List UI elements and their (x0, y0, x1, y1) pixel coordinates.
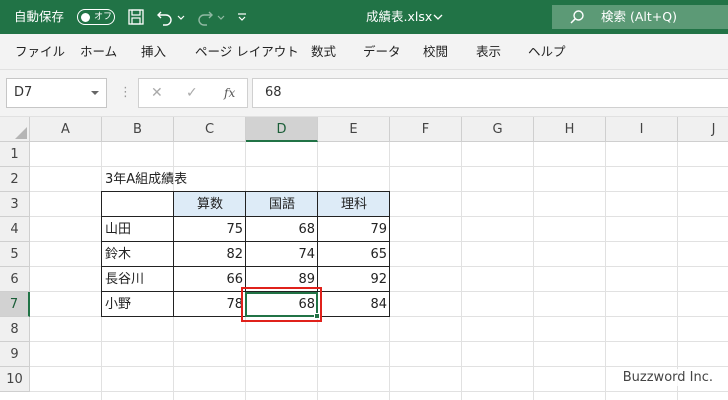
score-cell[interactable]: 65 (318, 242, 390, 267)
column-header-h[interactable]: H (534, 117, 606, 142)
row-header-5[interactable]: 5 (0, 242, 30, 267)
tab-help[interactable]: ヘルプ (528, 34, 566, 70)
student-name-cell[interactable]: 長谷川 (102, 267, 174, 292)
score-cell[interactable]: 74 (246, 242, 318, 267)
column-header-f[interactable]: F (390, 117, 462, 142)
gridline (30, 366, 728, 367)
column-header-g[interactable]: G (462, 117, 534, 142)
ribbon-tabs: ファイル ホーム 挿入 ページ レイアウト 数式 データ 校閲 表示 ヘルプ (0, 34, 728, 70)
score-cell[interactable]: 82 (174, 242, 246, 267)
insert-function-icon[interactable]: fx (224, 79, 235, 107)
highlight-box (241, 287, 322, 322)
name-box-value: D7 (14, 85, 33, 100)
watermark: Buzzword Inc. (619, 369, 716, 386)
autosave-state: オフ (94, 12, 113, 22)
row-header-7[interactable]: 7 (0, 292, 30, 317)
confirm-icon[interactable]: ✓ (186, 79, 198, 107)
search-placeholder: 検索 (Alt+Q) (601, 9, 677, 24)
formula-value: 68 (265, 85, 282, 100)
header-cell-japanese[interactable]: 国語 (246, 192, 318, 217)
gridline (533, 142, 534, 400)
student-name-cell[interactable]: 山田 (102, 217, 174, 242)
student-name-cell[interactable]: 小野 (102, 292, 174, 317)
search-box[interactable]: 検索 (Alt+Q) (552, 5, 728, 29)
tab-view[interactable]: 表示 (476, 34, 501, 70)
save-icon[interactable] (127, 8, 145, 26)
score-cell[interactable]: 78 (174, 292, 246, 317)
header-cell-math[interactable]: 算数 (174, 192, 246, 217)
spreadsheet-grid: A B C D E F G H I J 1 2 3 4 5 6 7 8 9 10… (0, 117, 728, 400)
name-box[interactable]: D7 (6, 78, 107, 108)
customize-toolbar-icon[interactable] (236, 8, 248, 26)
gridline (30, 341, 728, 342)
tab-home[interactable]: ホーム (80, 34, 117, 70)
score-cell[interactable]: 75 (174, 217, 246, 242)
column-header-i[interactable]: I (606, 117, 678, 142)
autosave-label: 自動保存 (14, 9, 65, 24)
table-border (389, 191, 390, 317)
row-header-9[interactable]: 9 (0, 342, 30, 367)
row-header-1[interactable]: 1 (0, 142, 30, 167)
row-header-3[interactable]: 3 (0, 192, 30, 217)
cancel-icon[interactable]: ✕ (151, 79, 163, 107)
more-options-icon[interactable]: ⋮ (119, 78, 132, 108)
formula-bar: D7 ⋮ ✕ ✓ fx 68 (0, 70, 728, 117)
autosave-toggle[interactable]: オフ (77, 9, 115, 25)
gridline (677, 142, 678, 400)
select-all-icon (15, 127, 27, 139)
student-name-cell[interactable]: 鈴木 (102, 242, 174, 267)
score-cell[interactable]: 79 (318, 217, 390, 242)
redo-dropdown-icon[interactable] (216, 8, 226, 26)
gridline (605, 142, 606, 400)
score-cell[interactable]: 68 (246, 217, 318, 242)
toggle-knob (81, 12, 90, 22)
document-title[interactable]: 成績表.xlsx (366, 0, 432, 34)
row-header-8[interactable]: 8 (0, 317, 30, 342)
row-header-10[interactable]: 10 (0, 367, 30, 392)
title-dropdown-icon[interactable] (432, 8, 444, 26)
title-bar: 自動保存 オフ 成績表.xlsx 検索 (Alt+Q) (0, 0, 728, 34)
row-header-6[interactable]: 6 (0, 267, 30, 292)
undo-icon[interactable] (156, 8, 174, 26)
formula-input[interactable]: 68 (252, 78, 728, 108)
select-all-button[interactable] (0, 117, 30, 142)
score-cell[interactable]: 84 (318, 292, 390, 317)
undo-dropdown-icon[interactable] (176, 8, 186, 26)
redo-icon[interactable] (196, 8, 214, 26)
column-header-c[interactable]: C (174, 117, 246, 142)
score-cell[interactable]: 92 (318, 267, 390, 292)
column-header-b[interactable]: B (102, 117, 174, 142)
tab-page-layout[interactable]: ページ レイアウト (195, 34, 299, 70)
search-icon (569, 9, 585, 29)
gridline (30, 391, 728, 392)
table-border (173, 191, 174, 317)
gridline (461, 142, 462, 400)
tab-file[interactable]: ファイル (15, 34, 65, 70)
column-header-a[interactable]: A (30, 117, 102, 142)
chevron-down-icon[interactable] (91, 91, 99, 95)
tab-insert[interactable]: 挿入 (141, 34, 166, 70)
tab-review[interactable]: 校閲 (423, 34, 448, 70)
formula-buttons: ✕ ✓ fx (138, 78, 248, 108)
score-cell[interactable]: 66 (174, 267, 246, 292)
tab-formulas[interactable]: 数式 (311, 34, 336, 70)
sheet-title-cell[interactable]: 3年A組成績表 (102, 167, 246, 192)
column-header-d[interactable]: D (246, 117, 318, 142)
row-header-2[interactable]: 2 (0, 167, 30, 192)
column-header-j[interactable]: J (678, 117, 728, 142)
tab-data[interactable]: データ (363, 34, 401, 70)
table-border (101, 191, 102, 317)
header-cell-science[interactable]: 理科 (318, 192, 390, 217)
row-header-4[interactable]: 4 (0, 217, 30, 242)
column-header-e[interactable]: E (318, 117, 390, 142)
